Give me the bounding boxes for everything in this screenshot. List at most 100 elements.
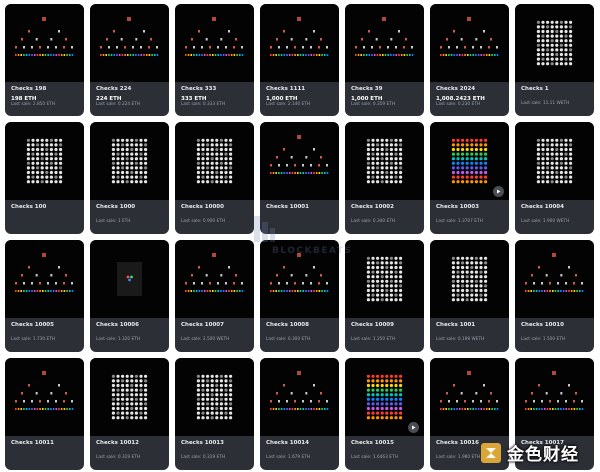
play-button[interactable] (408, 422, 419, 433)
nft-artwork[interactable] (430, 4, 509, 82)
check-mark (209, 54, 211, 56)
check-mark (270, 290, 272, 292)
nft-artwork[interactable] (90, 240, 169, 318)
check-mark (371, 383, 375, 388)
check-mark (465, 261, 469, 265)
nft-artwork[interactable] (5, 240, 84, 318)
nft-artwork[interactable] (90, 4, 169, 82)
check-mark (538, 408, 541, 410)
nft-artwork[interactable] (175, 358, 254, 436)
check-mark (270, 400, 272, 403)
nft-card[interactable]: Checks 10012 Last sale: 0.319 ETH (90, 358, 169, 470)
check-mark (385, 265, 389, 270)
nft-artwork[interactable] (430, 358, 509, 436)
nft-card[interactable]: Checks 333 333 ETH Last sale: 0.333 ETH (175, 4, 254, 116)
nft-card[interactable]: Checks 10015 Last sale: 1.6463 ETH (345, 358, 424, 470)
nft-card[interactable]: Checks 1111 1,000 ETH Last sale: 2.140 ETH (260, 4, 339, 116)
check-mark (278, 290, 280, 292)
nft-artwork[interactable] (90, 122, 169, 200)
nft-card[interactable]: Checks 1000 Last sale: 1 ETH (90, 122, 169, 234)
check-mark (63, 46, 65, 49)
nft-card[interactable]: Checks 10002 Last sale: 0.340 ETH (345, 122, 424, 234)
check-mark (371, 147, 375, 152)
nft-card[interactable]: Checks 10014 Last sale: 1.679 ETH (260, 358, 339, 470)
nft-card[interactable]: Checks 10000 Last sale: 0.900 ETH (175, 122, 254, 234)
check-mark (297, 253, 301, 257)
nft-artwork[interactable] (260, 358, 339, 436)
nft-card[interactable]: Checks 198 198 ETH Last sale: 2.850 ETH (5, 4, 84, 116)
nft-artwork[interactable] (345, 122, 424, 200)
nft-card[interactable]: Checks 10003 Last sale: 1.3707 ETH (430, 122, 509, 234)
check-mark (230, 54, 233, 56)
nft-artwork[interactable] (5, 122, 84, 200)
check-mark (130, 402, 134, 406)
nft-artwork[interactable] (90, 358, 169, 436)
nft-card[interactable]: Checks 39 1,000 ETH Last sale: 0.359 ETH (345, 4, 424, 116)
nft-artwork[interactable] (260, 240, 339, 318)
check-mark (456, 180, 460, 184)
nft-card[interactable]: Checks 1001 Last sale: 0.198 WETH (430, 240, 509, 352)
nft-card[interactable]: Checks 10005 Last sale: 1.730 ETH (5, 240, 84, 352)
check-mark (399, 374, 403, 378)
check-mark (134, 161, 138, 165)
check-mark (399, 166, 403, 170)
nft-artwork[interactable] (345, 240, 424, 318)
nft-artwork[interactable] (175, 4, 254, 82)
nft-artwork[interactable] (260, 4, 339, 82)
check-mark (31, 161, 35, 165)
check-mark (224, 402, 228, 406)
check-mark (210, 143, 214, 147)
nft-card[interactable]: Checks 10011 (5, 358, 84, 470)
nft-artwork[interactable] (515, 4, 594, 82)
nft-artwork[interactable] (515, 358, 594, 436)
nft-card[interactable]: Checks 10010 Last sale: 1.500 ETH (515, 240, 594, 352)
nft-card[interactable]: Checks 100 (5, 122, 84, 234)
nft-artwork[interactable] (515, 122, 594, 200)
check-mark (55, 54, 58, 56)
check-mark (380, 166, 384, 170)
nft-artwork[interactable] (5, 358, 84, 436)
check-mark (389, 161, 393, 165)
nft-card[interactable]: Checks 10013 Last sale: 0.319 ETH (175, 358, 254, 470)
nft-card[interactable]: Checks 10007 Last sale: 2.500 WETH (175, 240, 254, 352)
nft-card[interactable]: Checks 2024 1,008.2423 ETH Last sale: 0.23… (430, 4, 509, 116)
check-mark (318, 172, 321, 174)
check-mark (555, 157, 559, 161)
check-mark (541, 400, 543, 403)
check-mark (484, 170, 488, 175)
check-mark (36, 161, 40, 165)
nft-artwork[interactable] (515, 240, 594, 318)
nft-card[interactable]: Checks 10004 Last sale: 1.900 WETH (515, 122, 594, 234)
nft-card[interactable]: Checks 10009 Last sale: 1.250 ETH (345, 240, 424, 352)
check-mark (121, 170, 125, 175)
check-mark (465, 270, 469, 274)
nft-card[interactable]: Checks 10001 (260, 122, 339, 234)
nft-artwork[interactable] (260, 122, 339, 200)
check-mark (313, 30, 315, 33)
nft-card[interactable]: Checks 10008 Last sale: 0.300 ETH (260, 240, 339, 352)
check-mark (569, 43, 573, 47)
nft-artwork[interactable] (430, 240, 509, 318)
check-mark (380, 288, 384, 293)
nft-artwork[interactable] (5, 4, 84, 82)
check-mark (546, 143, 550, 147)
check-mark (546, 62, 550, 66)
check-mark (366, 138, 370, 142)
nft-card[interactable]: Checks 224 224 ETH Last sale: 0.224 ETH (90, 4, 169, 116)
check-mark (42, 54, 44, 56)
play-button[interactable] (493, 186, 504, 197)
check-mark (278, 164, 280, 167)
nft-artwork[interactable] (175, 122, 254, 200)
nft-artwork[interactable] (175, 240, 254, 318)
nft-card[interactable]: Checks 10006 Last sale: 1.320 ETH (90, 240, 169, 352)
check-mark (456, 166, 460, 170)
nft-card[interactable]: Checks 1 Last sale: 11.11 WETH (515, 4, 594, 116)
check-mark (376, 143, 380, 147)
check-mark (559, 62, 563, 66)
check-mark (565, 282, 567, 285)
nft-artwork[interactable] (345, 4, 424, 82)
check-mark (206, 393, 210, 397)
check-mark (366, 157, 370, 161)
check-mark (465, 161, 469, 165)
check-mark (411, 46, 413, 49)
